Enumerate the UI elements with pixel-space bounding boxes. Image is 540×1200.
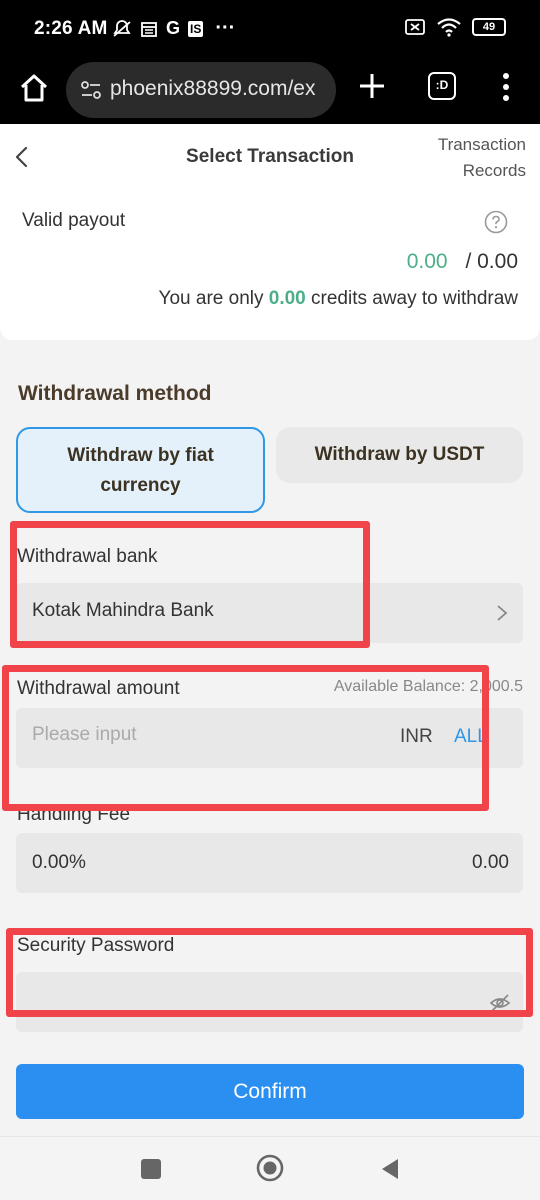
more-notifications-icon: ··· <box>215 17 236 39</box>
wifi-icon <box>437 18 461 37</box>
status-notification-icons: G IS ··· <box>112 17 235 40</box>
all-button[interactable]: ALL <box>454 726 488 748</box>
records-line-2[interactable]: Records <box>438 158 526 184</box>
eye-off-icon[interactable] <box>489 992 511 1014</box>
more-options-icon[interactable] <box>494 70 518 104</box>
valid-payout-label: Valid payout <box>22 210 126 231</box>
fee-percent: 0.00% <box>32 852 86 873</box>
site-settings-icon[interactable] <box>80 80 102 100</box>
help-icon[interactable] <box>484 210 508 234</box>
withdraw-fiat-line-2[interactable]: currency <box>18 471 263 501</box>
credits-suffix: credits away to withdraw <box>311 288 518 309</box>
browser-toolbar: phoenix88899.com/ex :D <box>0 56 540 124</box>
credits-message: You are only 0.00 credits away to withdr… <box>159 288 518 310</box>
calendar-icon <box>141 21 157 37</box>
payout-card: Select Transaction Transaction Records V… <box>0 124 540 340</box>
handling-fee-label: Handling Fee <box>17 804 131 825</box>
status-system-icons: 49 <box>404 17 506 37</box>
payout-separator: / <box>465 250 472 273</box>
payout-total: 0.00 <box>477 250 518 273</box>
sim-off-icon <box>405 19 425 35</box>
payout-current: 0.00 <box>406 250 448 273</box>
bank-select-value[interactable]: Kotak Mahindra Bank <box>32 600 214 622</box>
withdrawal-method-title: Withdrawal method <box>18 382 212 405</box>
fee-amount: 0.00 <box>472 852 509 873</box>
withdraw-usdt-tab[interactable]: Withdraw by USDT <box>276 427 523 483</box>
amount-input[interactable] <box>32 724 372 746</box>
tab-switcher-button[interactable]: :D <box>428 72 456 100</box>
home-icon[interactable] <box>18 72 50 104</box>
back-triangle-icon[interactable] <box>380 1157 400 1181</box>
url-text[interactable]: phoenix88899.com/ex <box>110 77 330 101</box>
withdrawal-amount-label: Withdrawal amount <box>17 678 180 699</box>
handling-fee-field: 0.00% 0.00 <box>16 833 523 893</box>
is-badge-icon: IS <box>188 20 204 37</box>
security-password-field[interactable] <box>16 972 523 1032</box>
new-tab-icon[interactable] <box>356 70 388 102</box>
g-letter-icon: G <box>166 18 181 38</box>
credits-prefix: You are only <box>158 288 264 309</box>
amount-field[interactable]: INR ALL <box>16 708 523 768</box>
transaction-records-link[interactable]: Transaction Records <box>438 132 526 184</box>
withdrawal-bank-label: Withdrawal bank <box>17 546 158 567</box>
battery-icon: 49 <box>472 18 506 36</box>
bank-select[interactable]: Kotak Mahindra Bank <box>16 583 523 643</box>
withdraw-fiat-tab[interactable]: Withdraw by fiat currency <box>16 427 265 513</box>
status-time: 2:26 AM <box>34 18 108 39</box>
chevron-right-icon <box>497 605 508 621</box>
confirm-button[interactable]: Confirm <box>16 1064 524 1119</box>
credits-value: 0.00 <box>268 288 306 309</box>
recent-apps-icon[interactable] <box>141 1159 161 1179</box>
muted-bell-icon <box>113 19 131 37</box>
system-nav-bar <box>0 1136 540 1200</box>
records-line-1[interactable]: Transaction <box>438 132 526 158</box>
withdraw-fiat-line-1[interactable]: Withdraw by fiat <box>18 441 263 471</box>
payout-values: 0.00 / 0.00 <box>407 250 518 274</box>
security-password-label: Security Password <box>17 935 175 956</box>
currency-label: INR <box>400 726 433 747</box>
status-bar: 2:26 AM G IS ··· 49 <box>0 0 540 56</box>
available-balance: Available Balance: 2,000.5 <box>333 678 523 695</box>
home-circle-icon[interactable] <box>256 1154 284 1182</box>
address-bar[interactable]: phoenix88899.com/ex <box>66 62 336 118</box>
